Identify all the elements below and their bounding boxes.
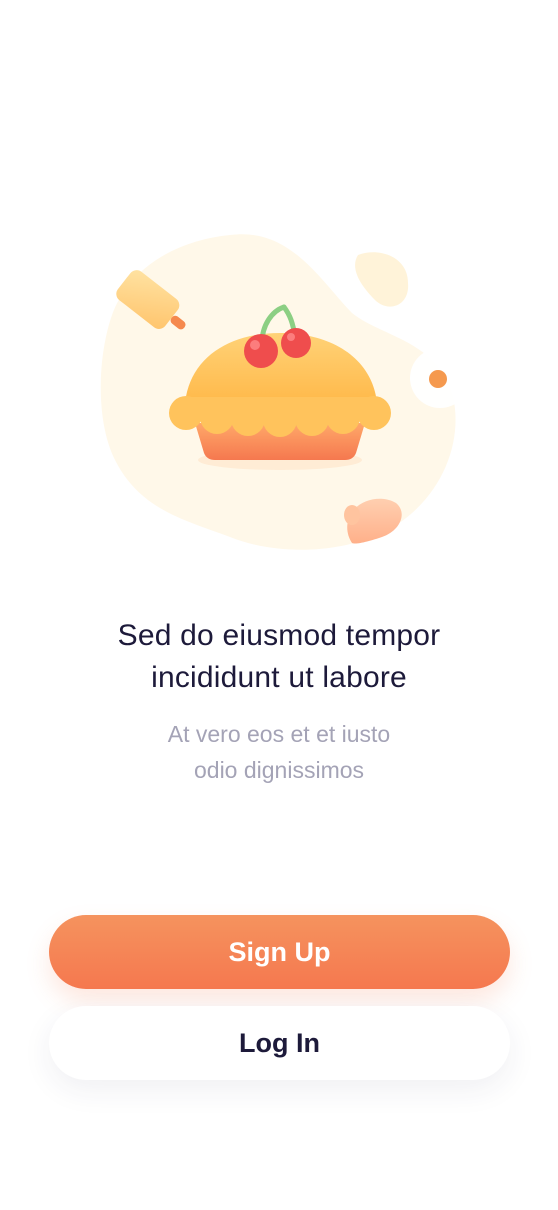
- onboarding-headline: Sed do eiusmod tempor incididunt ut labo…: [40, 615, 518, 699]
- headline-line-1: Sed do eiusmod tempor: [117, 619, 441, 652]
- onboarding-subtext: At vero eos et et iusto odio dignissimos: [60, 716, 498, 788]
- log-in-button[interactable]: Log In: [49, 1006, 510, 1080]
- subtext-line-1: At vero eos et et iusto: [167, 721, 391, 747]
- headline-line-2: incididunt ut labore: [151, 661, 407, 694]
- subtext-line-2: odio dignissimos: [193, 757, 365, 783]
- onboarding-screen: Sed do eiusmod tempor incididunt ut labo…: [0, 0, 558, 1210]
- background-blob-small: [355, 252, 409, 307]
- oven-mitt-icon: [344, 498, 402, 544]
- onboarding-illustration: [90, 225, 470, 560]
- fried-egg-icon: [410, 348, 470, 408]
- sign-up-button[interactable]: Sign Up: [49, 915, 510, 989]
